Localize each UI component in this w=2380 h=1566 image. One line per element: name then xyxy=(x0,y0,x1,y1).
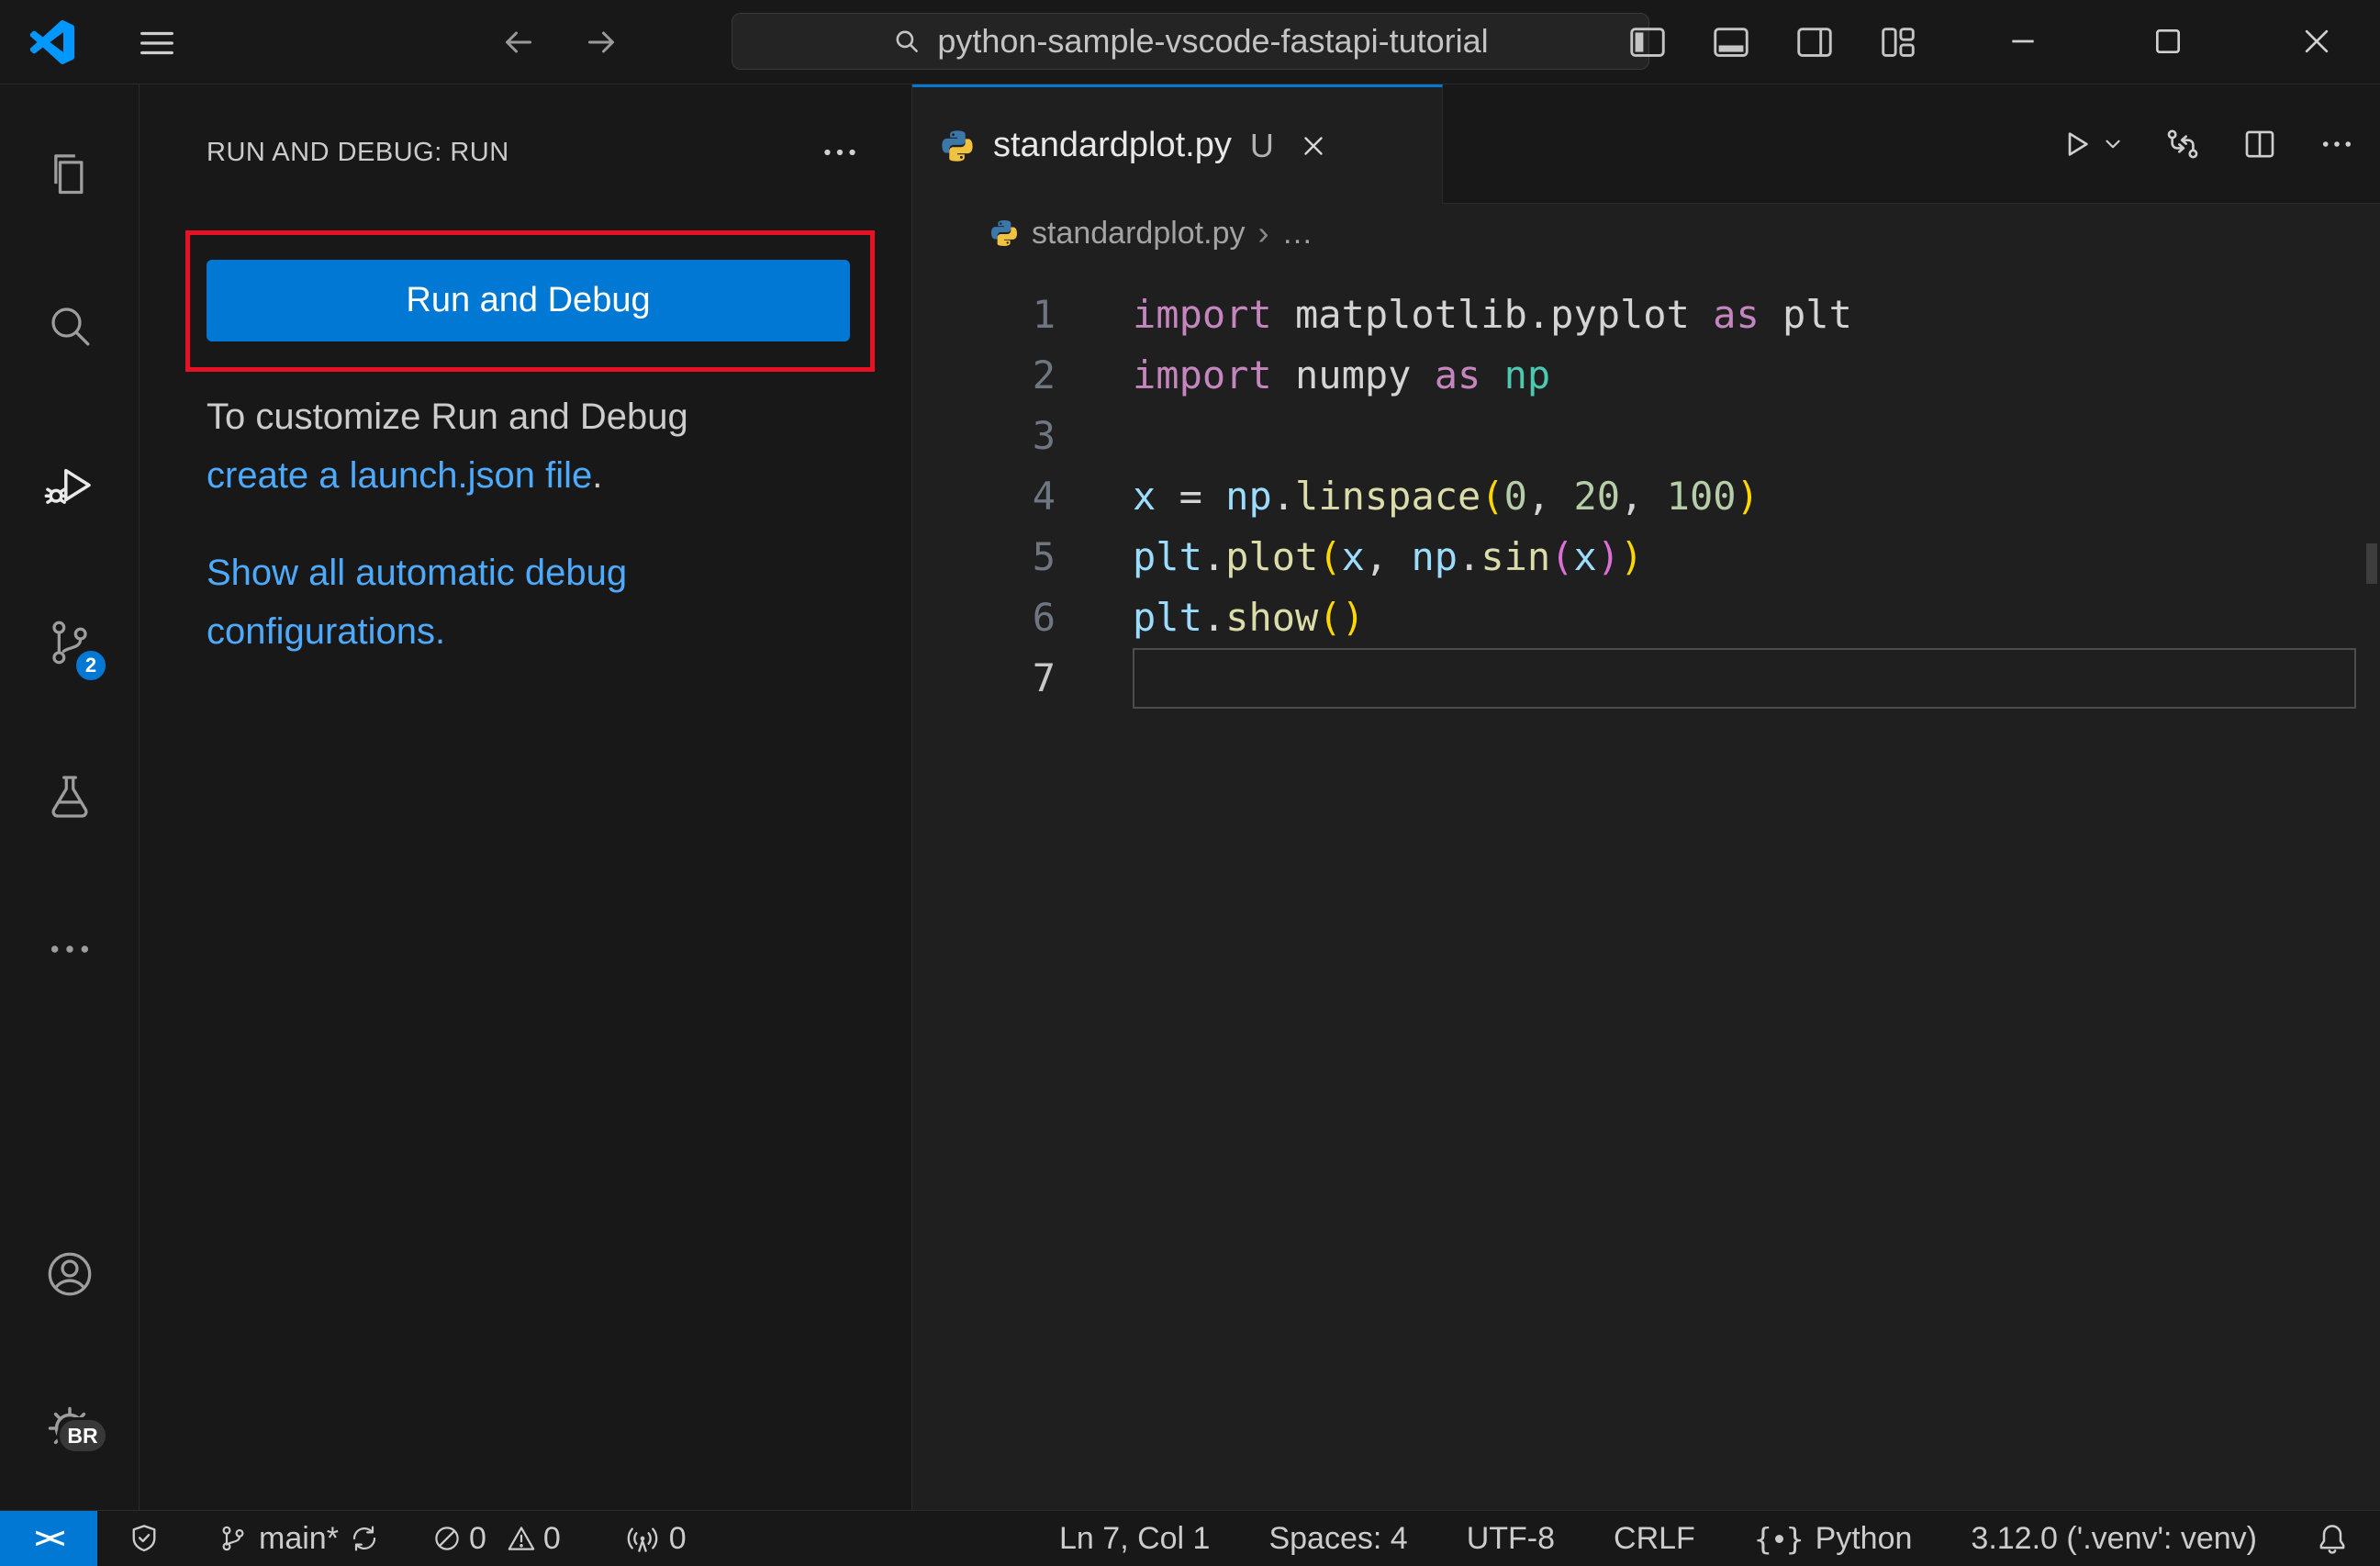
testing-beaker-icon[interactable] xyxy=(44,771,95,822)
line-number[interactable]: 2 xyxy=(912,345,1056,406)
line-number[interactable]: 6 xyxy=(912,587,1056,648)
line-number[interactable]: 5 xyxy=(912,527,1056,587)
breadcrumb-separator-icon: › xyxy=(1257,214,1269,252)
tab-close-icon[interactable] xyxy=(1298,130,1329,162)
run-python-file-button[interactable] xyxy=(2057,125,2125,163)
explorer-icon[interactable] xyxy=(44,151,95,202)
search-icon xyxy=(891,26,922,57)
indentation-status[interactable]: Spaces: 4 xyxy=(1268,1521,1407,1557)
language-name: Python xyxy=(1815,1520,1913,1556)
search-value: python-sample-vscode-fastapi-tutorial xyxy=(937,22,1489,60)
python-file-icon xyxy=(989,218,1019,248)
more-views-ellipsis-icon[interactable] xyxy=(44,923,95,975)
breadcrumbs: standardplot.py › … xyxy=(912,204,2380,263)
run-and-debug-button[interactable]: Run and Debug xyxy=(207,260,850,341)
customize-layout-icon[interactable] xyxy=(1877,21,1919,63)
language-mode-status[interactable]: {} Python xyxy=(1754,1521,1913,1557)
remote-indicator[interactable]: >< xyxy=(0,1511,97,1566)
line-number[interactable]: 1 xyxy=(912,285,1056,345)
python-interpreter-status[interactable]: 3.12.0 ('.venv': venv) xyxy=(1971,1521,2257,1557)
line-number[interactable]: 3 xyxy=(912,406,1056,466)
minimize-icon[interactable] xyxy=(1995,20,2050,62)
tab-standardplot[interactable]: standardplot.py U xyxy=(912,84,1443,204)
show-all-configurations-link[interactable]: Show all automatic debug configurations. xyxy=(207,553,627,652)
code-line-7[interactable] xyxy=(1133,648,2356,709)
code-line-3[interactable] xyxy=(1133,406,2356,466)
search-icon[interactable] xyxy=(44,300,95,352)
run-dropdown-chevron-icon xyxy=(2106,140,2120,149)
code-line-1[interactable]: import matplotlib.pyplot as plt xyxy=(1133,285,2356,345)
breadcrumb-file[interactable]: standardplot.py xyxy=(1032,216,1246,252)
code-line-6[interactable]: plt.show() xyxy=(1133,587,2356,648)
python-file-icon xyxy=(940,129,975,163)
more-actions-icon[interactable] xyxy=(2318,125,2356,163)
line-number[interactable]: 7 xyxy=(912,648,1056,709)
run-and-debug-panel: RUN AND DEBUG: RUN Run and Debug To cust… xyxy=(140,84,912,1510)
launch-suffix: . xyxy=(592,455,603,496)
code-editor[interactable]: 1234567 import matplotlib.pyplot as plt i… xyxy=(912,263,2380,1510)
braces-icon: {} xyxy=(1753,1520,1805,1557)
toggle-secondary-sidebar-icon[interactable] xyxy=(1793,21,1836,63)
encoding-status[interactable]: UTF-8 xyxy=(1467,1521,1555,1557)
scrollbar-thumb[interactable] xyxy=(2366,543,2377,584)
status-bar: >< main* 0 0 0 Ln 7, Col 1 Spaces: 4 UTF… xyxy=(0,1510,2380,1566)
toggle-primary-sidebar-icon[interactable] xyxy=(1626,21,1669,63)
git-branch-status[interactable]: main* xyxy=(218,1521,379,1557)
command-center-search[interactable]: python-sample-vscode-fastapi-tutorial xyxy=(731,13,1649,70)
tab-filename: standardplot.py xyxy=(993,126,1232,164)
code-line-2[interactable]: import numpy as np xyxy=(1133,345,2356,406)
line-number[interactable]: 4 xyxy=(912,466,1056,527)
branch-name: main* xyxy=(259,1520,339,1556)
branch-icon xyxy=(222,1526,244,1551)
accounts-icon[interactable] xyxy=(44,1248,95,1300)
run-and-debug-icon[interactable] xyxy=(44,460,95,511)
code-line-5[interactable]: plt.plot(x, np.sin(x)) xyxy=(1133,527,2356,587)
editor-group: standardplot.py U standardplot.py › … 1 … xyxy=(912,84,2380,1510)
notifications-bell-icon[interactable] xyxy=(2316,1522,2349,1555)
source-control-badge: 2 xyxy=(73,648,108,683)
activity-bar: 2 BR xyxy=(0,84,140,1510)
breadcrumb-more[interactable]: … xyxy=(1282,216,1313,252)
back-arrow-icon[interactable] xyxy=(500,24,537,61)
open-changes-icon[interactable] xyxy=(2163,125,2202,163)
ports-count: 0 xyxy=(668,1520,687,1556)
eol-status[interactable]: CRLF xyxy=(1614,1521,1695,1557)
warning-count: 0 xyxy=(542,1520,561,1556)
git-untracked-indicator: U xyxy=(1249,126,1274,164)
forward-arrow-icon[interactable] xyxy=(583,24,620,61)
panel-more-actions-icon[interactable] xyxy=(820,132,860,173)
menu-hamburger-icon[interactable] xyxy=(136,22,178,62)
line-number-gutter[interactable]: 1234567 xyxy=(912,285,1056,1510)
ports-status[interactable]: 0 xyxy=(627,1521,687,1557)
title-bar: python-sample-vscode-fastapi-tutorial xyxy=(0,0,2380,84)
radio-tower-icon xyxy=(627,1527,658,1552)
toggle-panel-icon[interactable] xyxy=(1710,21,1752,63)
customize-hint-text: To customize Run and Debug create a laun… xyxy=(207,387,849,505)
tab-bar: standardplot.py U xyxy=(912,84,2380,204)
create-launch-json-link[interactable]: create a launch.json file xyxy=(207,455,592,496)
error-count: 0 xyxy=(468,1520,486,1556)
workspace-trust-shield-icon[interactable] xyxy=(128,1523,160,1554)
warnings-icon xyxy=(508,1527,535,1550)
problems-status[interactable]: 0 0 xyxy=(432,1521,574,1557)
sync-icon xyxy=(352,1526,376,1551)
cursor-position-status[interactable]: Ln 7, Col 1 xyxy=(1059,1521,1210,1557)
errors-icon xyxy=(435,1527,459,1550)
panel-title: RUN AND DEBUG: RUN xyxy=(207,138,509,167)
profile-badge[interactable]: BR xyxy=(57,1417,108,1454)
show-all-configs-text: Show all automatic debug configurations. xyxy=(207,543,739,661)
vscode-logo xyxy=(30,20,74,64)
customize-line: To customize Run and Debug xyxy=(207,397,688,437)
split-editor-icon[interactable] xyxy=(2240,125,2279,163)
close-icon[interactable] xyxy=(2289,20,2344,62)
code-line-4[interactable]: x = np.linspace(0, 20, 100) xyxy=(1133,466,2356,527)
maximize-icon[interactable] xyxy=(2140,20,2196,62)
code-lines[interactable]: import matplotlib.pyplot as plt import nu… xyxy=(1133,285,2380,1510)
